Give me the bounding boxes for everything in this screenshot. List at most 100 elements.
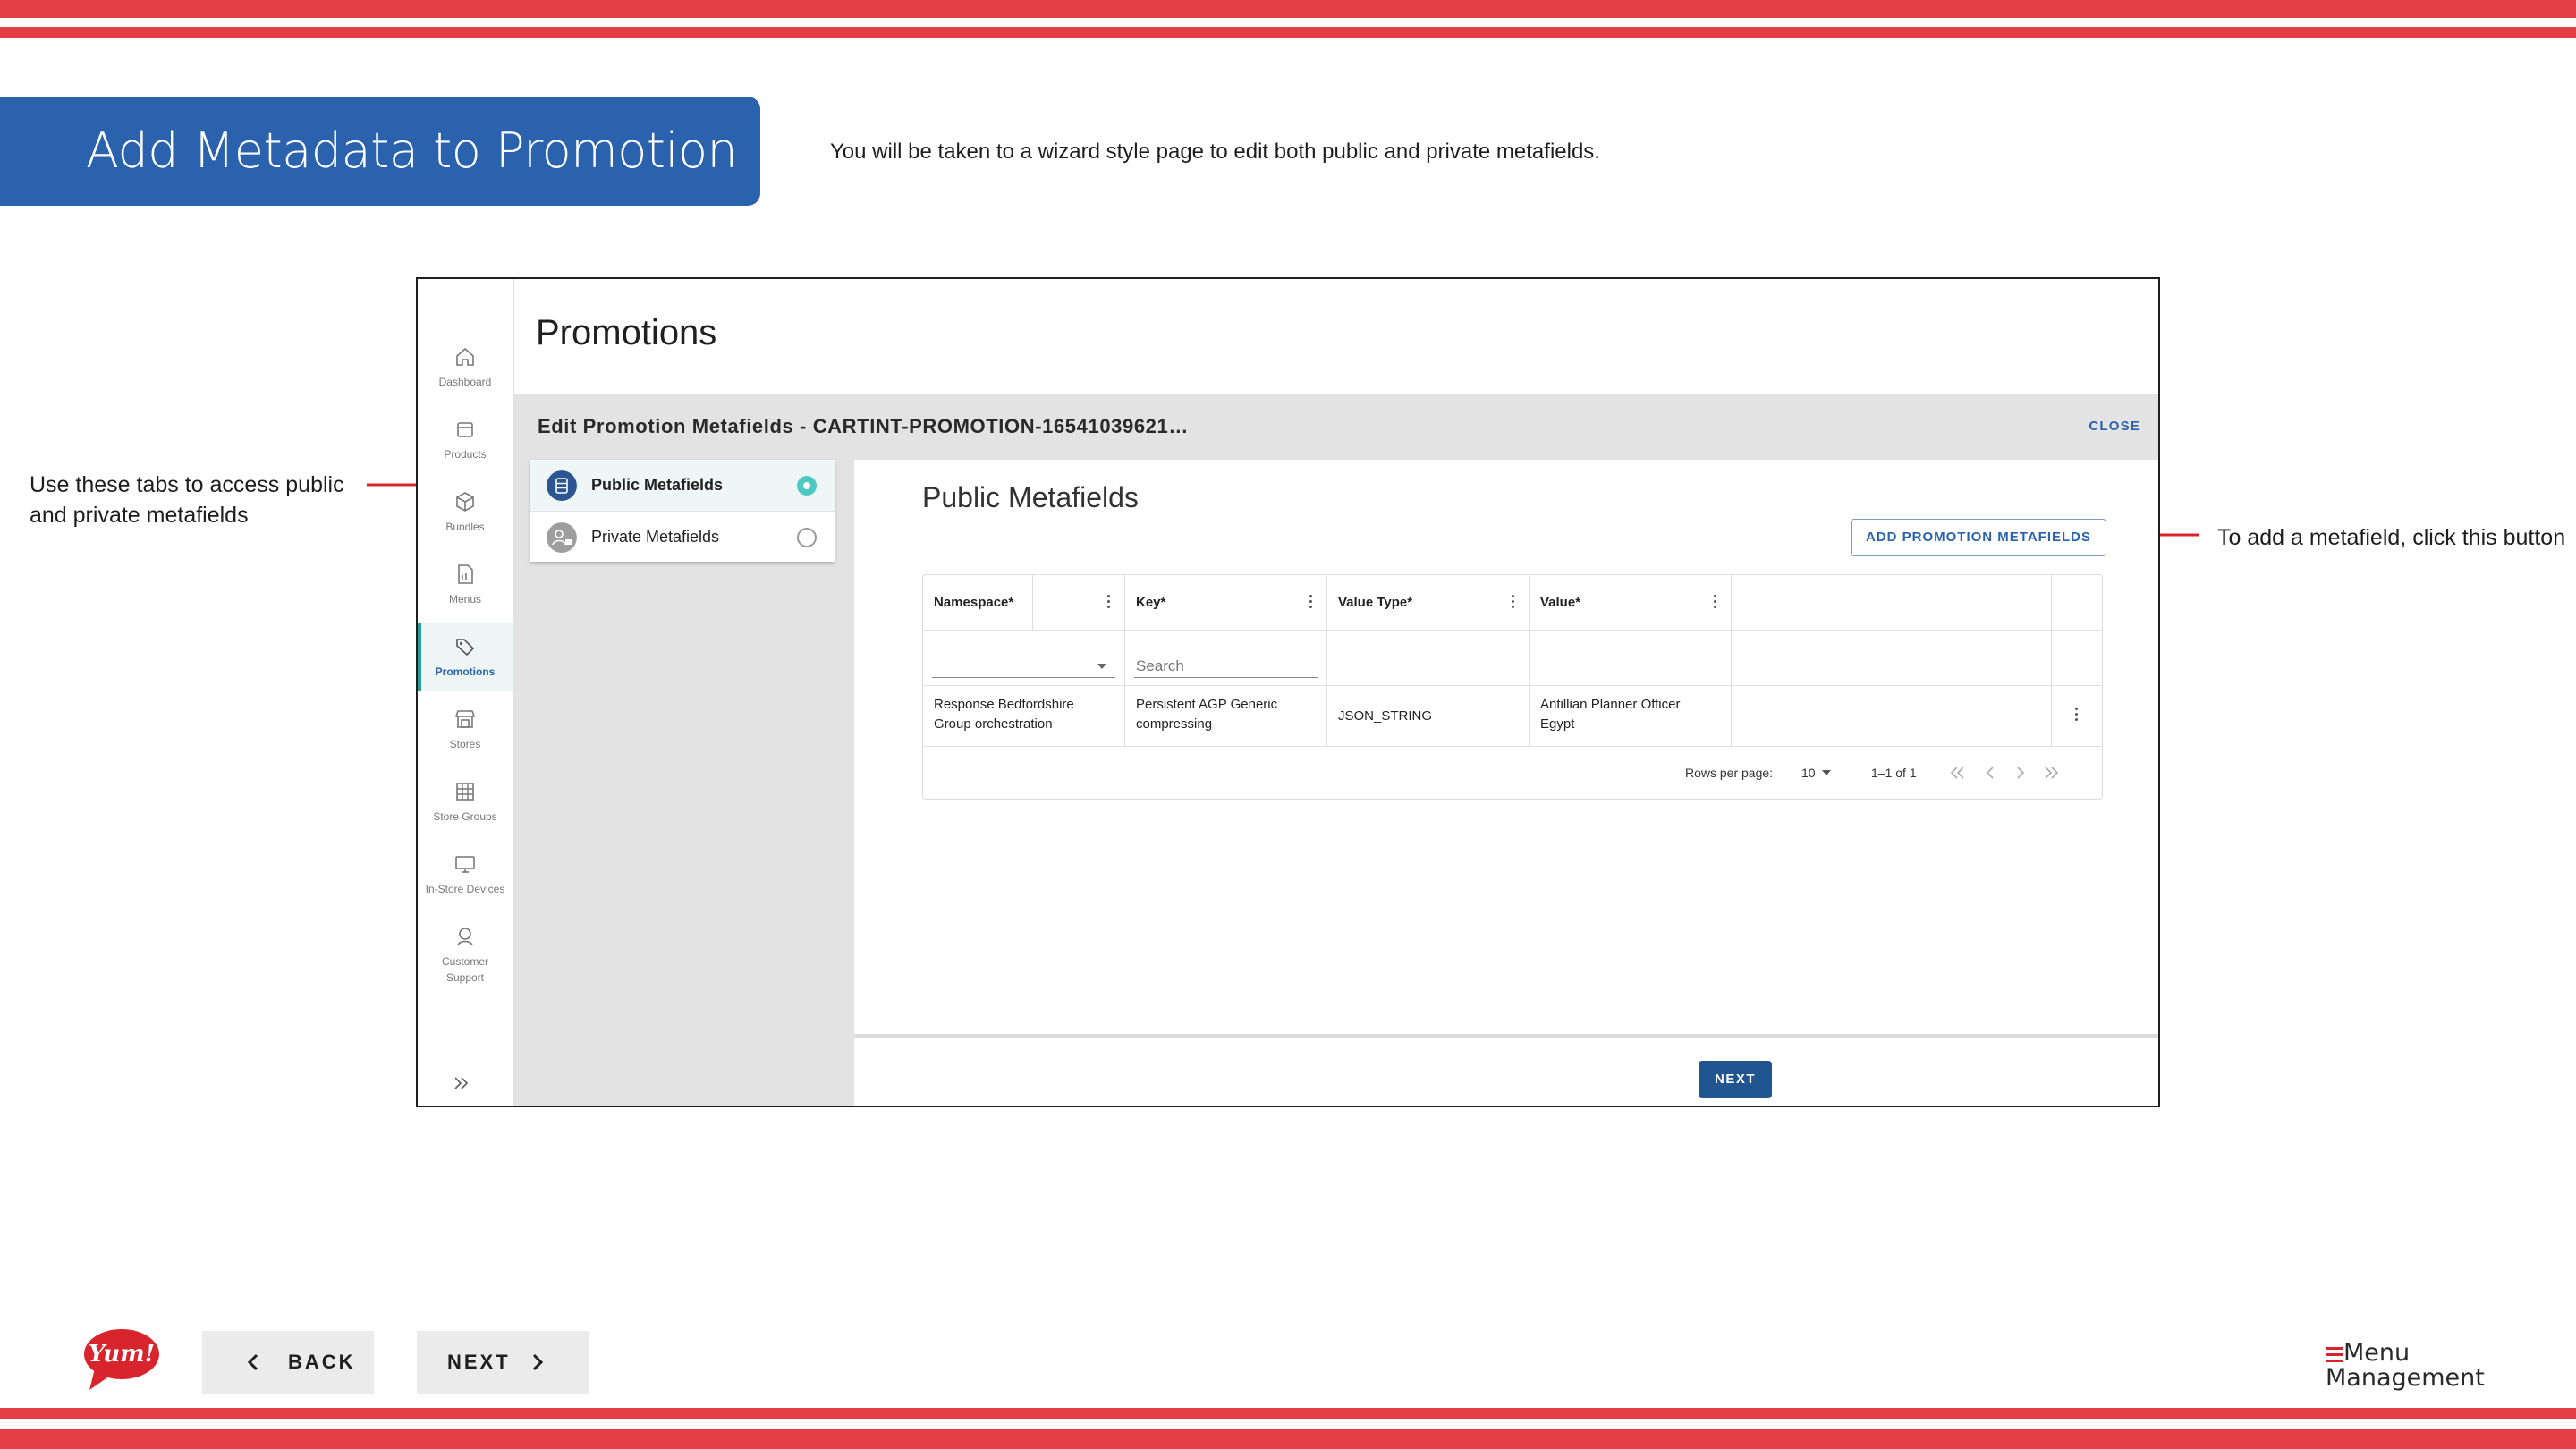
column-header-key[interactable]: Key*: [1125, 575, 1327, 631]
rail-label: Products: [444, 448, 487, 461]
rail-label: Promotions: [435, 665, 496, 678]
tab-label: Private Metafields: [591, 528, 720, 546]
add-promotion-metafields-button[interactable]: ADD PROMOTION METAFIELDS: [1851, 519, 2106, 556]
page-range: 1–1 of 1: [1871, 766, 1917, 780]
side-rail: Dashboard Products Bundles Menus Promoti…: [418, 279, 514, 1106]
filter-underline: [1134, 677, 1318, 678]
rail-label: Customer Support: [441, 955, 488, 984]
last-page-icon[interactable]: [2041, 765, 2061, 781]
tab-label: Public Metafields: [591, 476, 724, 494]
rail-label: Dashboard: [438, 376, 492, 388]
next-label: NEXT: [447, 1351, 511, 1373]
filter-key: [1125, 631, 1327, 686]
namespace-line-1: Response Bedfordshire: [934, 697, 1074, 712]
filter-value-type: [1327, 631, 1530, 686]
filter-filler: [1732, 631, 2052, 686]
wizard-next-button[interactable]: NEXT: [1699, 1061, 1772, 1098]
dropdown-arrow-icon[interactable]: [1097, 663, 1107, 670]
cell-namespace: Response Bedfordshire Group orchestratio…: [923, 686, 1125, 747]
radio-selected-icon[interactable]: [797, 476, 817, 496]
filter-underline: [932, 677, 1115, 678]
monitor-icon: [455, 856, 475, 873]
grid-icon: [456, 783, 474, 801]
rail-item-promotions[interactable]: Promotions: [418, 623, 513, 691]
cell-actions: [2052, 686, 2102, 747]
tag-icon: [456, 639, 475, 657]
row-actions-icon[interactable]: [2075, 708, 2079, 722]
close-button[interactable]: CLOSE: [2089, 394, 2140, 460]
value-line-1: Antillian Planner Officer: [1540, 697, 1681, 712]
rail-label: In-Store Devices: [425, 883, 505, 895]
first-page-icon[interactable]: [1948, 765, 1968, 781]
modal-title: Edit Promotion Metafields - CARTINT-PROM…: [538, 415, 1189, 437]
headset-icon: [457, 928, 473, 946]
rail-item-products[interactable]: Products: [418, 405, 513, 473]
tab-private-metafields[interactable]: Private Metafields: [530, 511, 835, 562]
note-button: To add a metafield, click this button: [2217, 525, 2566, 550]
cell-text: Response Bedfordshire Group orchestratio…: [934, 695, 1074, 734]
tab-public-metafields[interactable]: Public Metafields: [530, 460, 835, 511]
double-chevron-right-icon[interactable]: [452, 1073, 471, 1093]
dropdown-arrow-icon[interactable]: [1821, 769, 1832, 776]
rail-label: Bundles: [445, 521, 485, 533]
rows-per-page-label: Rows per page:: [1685, 766, 1774, 780]
cell-filler: [1732, 686, 2052, 747]
cell-value-type: JSON_STRING: [1327, 686, 1530, 747]
next-page-icon[interactable]: [2012, 765, 2029, 781]
back-button[interactable]: BACK: [202, 1331, 374, 1394]
bottom-stripe-2: [0, 1429, 2576, 1449]
column-header-namespace-cell: [923, 575, 1125, 631]
column-header-label: Value Type*: [1338, 595, 1413, 610]
filter-namespace[interactable]: [923, 631, 1125, 686]
yum-logo-text: Yum!: [89, 1341, 155, 1368]
rail-item-menus[interactable]: Menus: [418, 550, 513, 618]
yum-logo: Yum!: [84, 1329, 159, 1390]
back-label: BACK: [288, 1351, 356, 1373]
user-lock-icon: [547, 522, 577, 553]
cell-value: Antillian Planner Officer Egypt: [1530, 686, 1732, 747]
cube-icon: [456, 492, 474, 512]
rail-item-customer-support[interactable]: Customer Support: [418, 912, 513, 998]
slide-subtitle: You will be taken to a wizard style page…: [830, 140, 1600, 164]
filter-actions: [2052, 631, 2102, 686]
column-menu-icon[interactable]: [1714, 595, 1717, 609]
cell-key: Persistent AGP Generic compressing: [1125, 686, 1327, 747]
box-icon: [457, 422, 473, 437]
page-title: Promotions: [536, 313, 717, 352]
top-stripe-2: [0, 27, 2576, 38]
column-menu-icon[interactable]: [1512, 595, 1515, 609]
database-icon: [547, 470, 577, 501]
column-header-value-type[interactable]: Value Type*: [1327, 575, 1530, 631]
bottom-stripe-1: [0, 1408, 2576, 1419]
rail-item-store-groups[interactable]: Store Groups: [418, 767, 513, 835]
filter-value: [1530, 631, 1732, 686]
rail-item-dashboard[interactable]: Dashboard: [418, 333, 513, 401]
column-header-actions: [2052, 575, 2102, 631]
steps-card: Public Metafields Private Metafields: [530, 460, 835, 562]
previous-page-icon[interactable]: [1982, 765, 1998, 781]
column-header-value[interactable]: Value*: [1530, 575, 1732, 631]
column-menu-icon[interactable]: [1309, 595, 1313, 609]
storefront-icon: [454, 710, 476, 728]
rail-item-bundles[interactable]: Bundles: [418, 478, 513, 546]
radio-unselected-icon[interactable]: [797, 528, 817, 547]
rail-label: Store Groups: [433, 810, 497, 823]
note-tabs: Use these tabs to access public and priv…: [30, 472, 344, 528]
metafields-grid: Namespace* Key* Value Type* Value* Searc…: [922, 574, 2103, 800]
rail-label: Stores: [449, 738, 481, 750]
pagination: Rows per page: 10 1–1 of 1: [923, 747, 2102, 799]
top-stripe-1: [0, 0, 2576, 18]
namespace-line-2: Group orchestration: [934, 716, 1053, 732]
brand-line-1: Menu: [2343, 1339, 2411, 1367]
next-button[interactable]: NEXT: [417, 1331, 589, 1394]
chevron-left-icon: [247, 1353, 258, 1371]
rows-per-page-select[interactable]: 10: [1801, 747, 1816, 799]
rail-item-in-store-devices[interactable]: In-Store Devices: [418, 840, 513, 908]
chevron-right-icon: [532, 1353, 544, 1371]
search-input[interactable]: [1136, 657, 1315, 675]
content-pane: Public Metafields ADD PROMOTION METAFIEL…: [854, 460, 2158, 1106]
rail-item-stores[interactable]: Stores: [418, 695, 513, 763]
menu-management-logo: Menu Management: [2326, 1340, 2504, 1397]
modal-header: Edit Promotion Metafields - CARTINT-PROM…: [514, 394, 2158, 460]
section-title: Public Metafields: [922, 481, 1139, 513]
